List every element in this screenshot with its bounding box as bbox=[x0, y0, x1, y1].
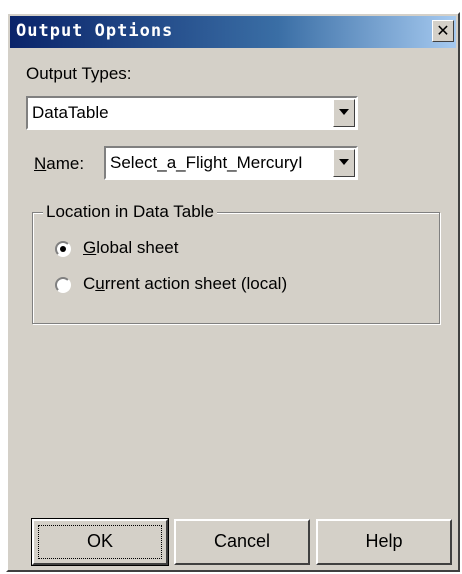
close-button[interactable]: ✕ bbox=[432, 20, 454, 42]
dialog-title: Output Options bbox=[16, 21, 174, 41]
chevron-down-icon bbox=[339, 109, 349, 115]
cancel-button[interactable]: Cancel bbox=[174, 519, 310, 565]
output-types-dropdown-button[interactable] bbox=[333, 99, 355, 127]
current-action-sheet-radio[interactable] bbox=[55, 277, 71, 293]
name-value: Select_a_Flight_MercuryI bbox=[110, 153, 303, 172]
output-types-select[interactable]: DataTable bbox=[26, 96, 358, 130]
close-icon: ✕ bbox=[436, 21, 450, 40]
title-bar[interactable]: Output Options ✕ bbox=[10, 16, 456, 48]
global-sheet-radio[interactable] bbox=[55, 241, 71, 257]
name-dropdown-button[interactable] bbox=[333, 149, 355, 177]
ok-button[interactable]: OK bbox=[31, 518, 169, 566]
global-sheet-label[interactable]: Global sheet bbox=[83, 238, 178, 258]
radio-selected-dot bbox=[60, 246, 66, 252]
output-types-label: Output Types: bbox=[26, 64, 132, 83]
current-action-sheet-label[interactable]: Current action sheet (local) bbox=[83, 274, 287, 294]
location-group-title: Location in Data Table bbox=[43, 202, 217, 222]
help-button[interactable]: Help bbox=[316, 519, 452, 565]
name-label: Name: bbox=[34, 154, 85, 173]
location-group: Location in Data Table Global sheet Curr… bbox=[32, 202, 440, 324]
output-options-dialog: Output Options ✕ Output Types: DataTable… bbox=[6, 12, 460, 572]
chevron-down-icon bbox=[339, 159, 349, 165]
output-types-value: DataTable bbox=[32, 103, 109, 122]
name-select[interactable]: Select_a_Flight_MercuryI bbox=[104, 146, 358, 180]
focus-rectangle bbox=[38, 525, 162, 559]
help-button-label: Help bbox=[365, 531, 403, 551]
cancel-button-label: Cancel bbox=[213, 531, 271, 551]
